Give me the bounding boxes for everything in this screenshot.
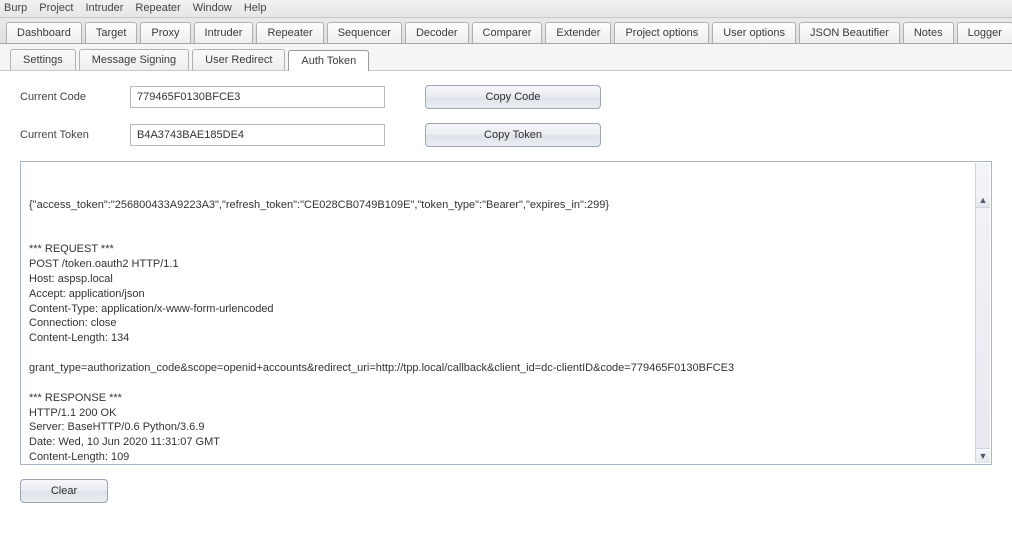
menu-window[interactable]: Window bbox=[193, 2, 232, 15]
clear-button-label: Clear bbox=[51, 485, 77, 497]
copy-code-button[interactable]: Copy Code bbox=[425, 85, 601, 109]
subtab-message-signing[interactable]: Message Signing bbox=[79, 49, 189, 70]
copy-token-button[interactable]: Copy Token bbox=[425, 123, 601, 147]
menu-repeater[interactable]: Repeater bbox=[135, 2, 180, 15]
tab-json-beautifier[interactable]: JSON Beautifier bbox=[799, 22, 900, 43]
clear-row: Clear bbox=[20, 479, 992, 503]
tab-intruder[interactable]: Intruder bbox=[194, 22, 254, 43]
main-tabs: Dashboard Target Proxy Intruder Repeater… bbox=[0, 18, 1012, 44]
tab-proxy[interactable]: Proxy bbox=[140, 22, 190, 43]
subtab-user-redirect[interactable]: User Redirect bbox=[192, 49, 285, 70]
tab-logger[interactable]: Logger bbox=[957, 22, 1012, 43]
current-token-input[interactable] bbox=[130, 124, 385, 146]
subtab-auth-token[interactable]: Auth Token bbox=[288, 50, 369, 71]
tab-user-options[interactable]: User options bbox=[712, 22, 796, 43]
sub-tabs: Settings Message Signing User Redirect A… bbox=[0, 44, 1012, 71]
tab-decoder[interactable]: Decoder bbox=[405, 22, 469, 43]
scroll-down-icon[interactable]: ▼ bbox=[976, 448, 990, 463]
tab-repeater[interactable]: Repeater bbox=[256, 22, 323, 43]
log-textarea[interactable]: {"access_token":"256800433A9223A3","refr… bbox=[20, 161, 992, 465]
menu-burp[interactable]: Burp bbox=[4, 2, 27, 15]
current-code-input[interactable] bbox=[130, 86, 385, 108]
current-code-label: Current Code bbox=[20, 91, 130, 103]
scroll-up-icon[interactable]: ▲ bbox=[976, 193, 990, 208]
tab-notes[interactable]: Notes bbox=[903, 22, 954, 43]
scrollbar[interactable]: ▲ ▼ bbox=[975, 163, 990, 463]
tab-extender[interactable]: Extender bbox=[545, 22, 611, 43]
auth-token-panel: Current Code Copy Code Current Token Cop… bbox=[0, 71, 1012, 517]
menu-project[interactable]: Project bbox=[39, 2, 73, 15]
tab-sequencer[interactable]: Sequencer bbox=[327, 22, 402, 43]
tab-project-options[interactable]: Project options bbox=[614, 22, 709, 43]
current-code-row: Current Code Copy Code bbox=[20, 85, 992, 109]
tab-comparer[interactable]: Comparer bbox=[472, 22, 543, 43]
subtab-settings[interactable]: Settings bbox=[10, 49, 76, 70]
menu-help[interactable]: Help bbox=[244, 2, 267, 15]
current-token-row: Current Token Copy Token bbox=[20, 123, 992, 147]
current-token-label: Current Token bbox=[20, 129, 130, 141]
tab-dashboard[interactable]: Dashboard bbox=[6, 22, 82, 43]
copy-token-button-label: Copy Token bbox=[484, 129, 542, 141]
copy-code-button-label: Copy Code bbox=[485, 91, 540, 103]
main-menu-bar[interactable]: Burp Project Intruder Repeater Window He… bbox=[0, 0, 1012, 18]
log-content: {"access_token":"256800433A9223A3","refr… bbox=[29, 198, 983, 465]
menu-intruder[interactable]: Intruder bbox=[86, 2, 124, 15]
clear-button[interactable]: Clear bbox=[20, 479, 108, 503]
tab-target[interactable]: Target bbox=[85, 22, 138, 43]
